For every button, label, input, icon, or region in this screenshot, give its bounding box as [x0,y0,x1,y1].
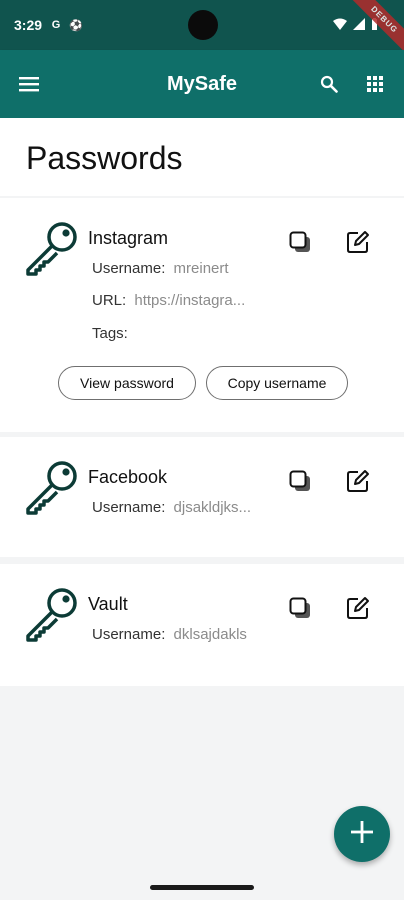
search-icon[interactable] [314,69,344,99]
edit-icon[interactable] [344,594,372,622]
camera-cutout [188,10,218,40]
key-icon [24,220,80,276]
grid-icon[interactable] [360,69,390,99]
edit-icon[interactable] [344,228,372,256]
edit-icon[interactable] [344,467,372,495]
tags-row: Tags: [92,325,132,342]
plus-icon [351,820,373,848]
username-row: Username: dklsajdakls [92,626,247,643]
add-password-button[interactable] [334,806,390,862]
view-password-button[interactable]: View password [58,366,196,400]
copy-icon[interactable] [286,594,314,622]
username-value: mreinert [173,260,229,277]
copy-username-button[interactable]: Copy username [206,366,348,400]
key-icon [24,459,80,515]
url-row: URL: https://instagra... [92,292,245,309]
username-value: djsakldjks... [173,499,252,516]
username-row: Username: mreinert [92,260,229,277]
username-row: Username: djsakldjks... [92,499,251,516]
home-gesture-handle[interactable] [150,885,254,890]
url-label: URL: [92,292,127,309]
username-value: dklsajdakls [173,626,247,643]
username-label: Username: [92,499,166,516]
card-actions [286,228,372,256]
copy-icon[interactable] [286,467,314,495]
password-card-vault[interactable]: Vault Username: dklsajdakls [0,564,404,686]
url-value: https://instagra... [134,292,246,309]
menu-icon[interactable] [14,69,44,99]
page-title: Passwords [26,140,183,176]
signal-icon [353,17,365,33]
password-card-instagram[interactable]: Instagram Username: mreinert URL: https:… [0,198,404,432]
app-bar: MySafe [0,50,404,118]
app-bar-actions [314,69,390,99]
username-label: Username: [92,260,166,277]
soccer-icon: ⚽ [69,19,83,32]
password-card-facebook[interactable]: Facebook Username: djsakldjks... [0,437,404,557]
copy-icon[interactable] [286,228,314,256]
google-icon: G [51,19,61,31]
card-title: Instagram [88,228,169,248]
system-nav-bar [0,876,404,900]
status-bar: 3:29 G ⚽ DEBUG [0,0,404,62]
username-label: Username: [92,626,166,643]
tags-label: Tags: [92,325,128,342]
card-buttons: View password Copy username [58,366,348,400]
status-time: 3:29 [14,17,43,33]
status-left: 3:29 G ⚽ [14,17,83,33]
wifi-icon [333,17,347,33]
page-header: Passwords [0,118,404,196]
card-title: Vault [88,594,128,614]
card-actions [286,594,372,622]
card-title: Facebook [88,467,168,487]
card-actions [286,467,372,495]
key-icon [24,586,80,642]
